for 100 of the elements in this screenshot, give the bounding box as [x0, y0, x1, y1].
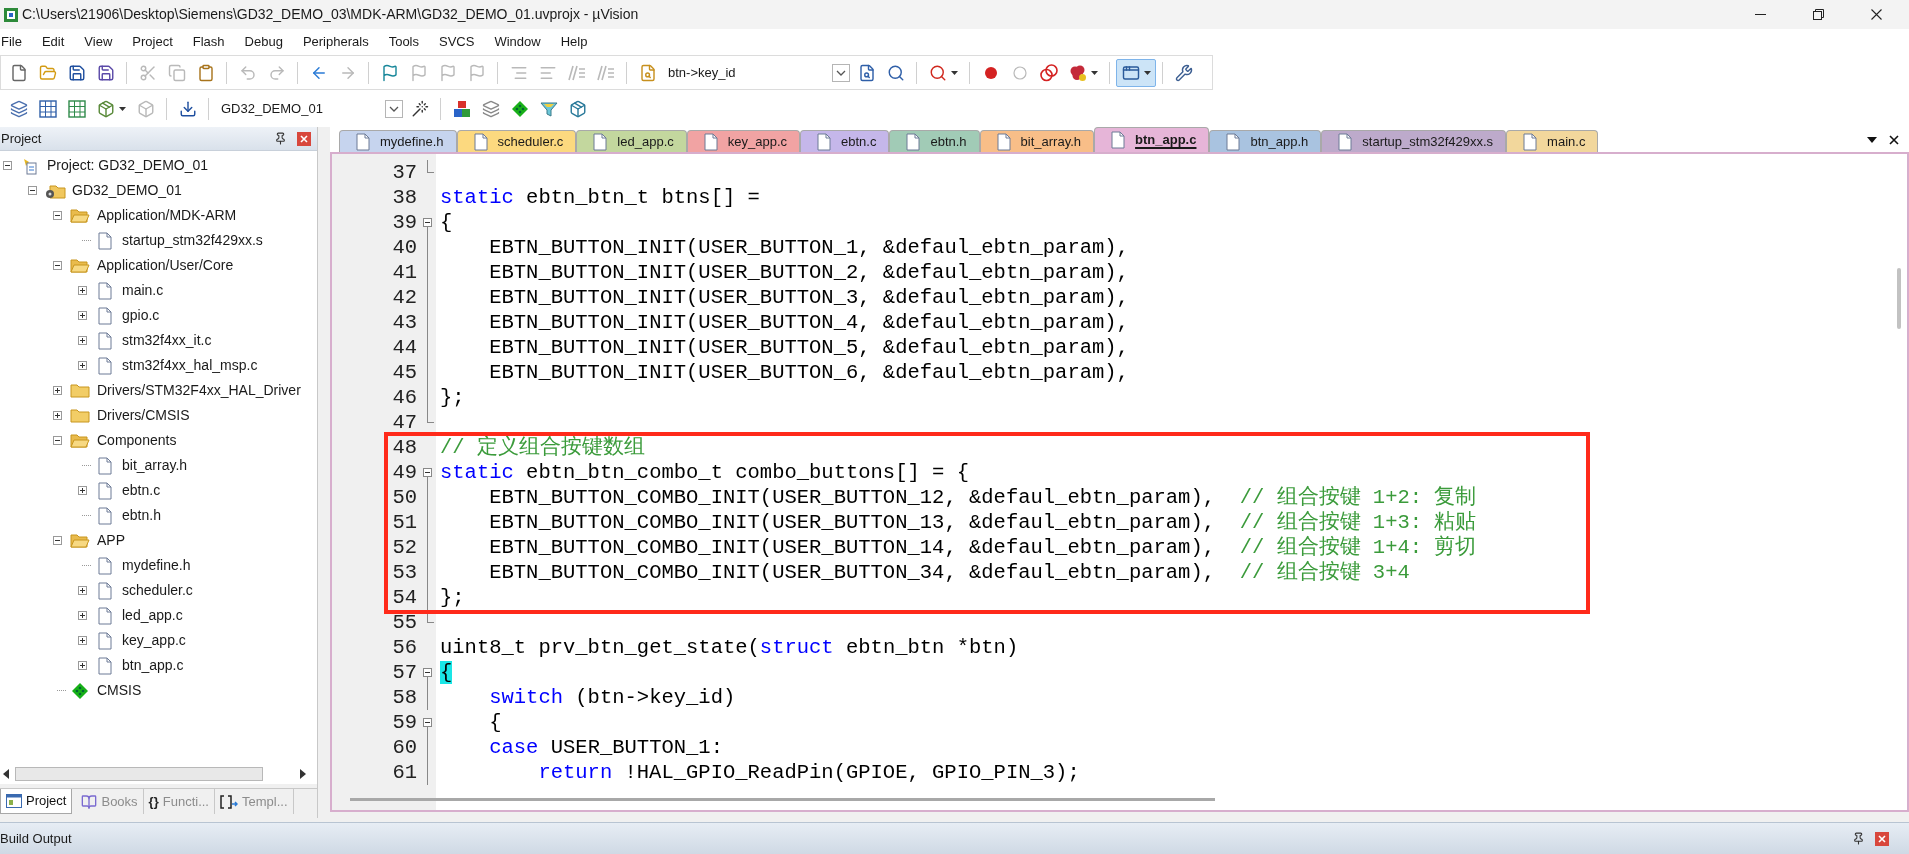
- line-number: 59: [392, 711, 417, 734]
- file-icon: [98, 606, 112, 625]
- tree-item[interactable]: APP: [97, 530, 125, 551]
- menu-item[interactable]: Window: [494, 32, 541, 52]
- editor-tab[interactable]: btn_app.h: [1209, 130, 1322, 152]
- expand-icon[interactable]: [78, 661, 87, 670]
- tree-item[interactable]: scheduler.c: [122, 580, 193, 601]
- menu-item[interactable]: File: [1, 32, 22, 52]
- expand-icon[interactable]: [78, 311, 87, 320]
- tree-item[interactable]: stm32f4xx_it.c: [122, 330, 212, 351]
- expand-icon[interactable]: [53, 386, 62, 395]
- menu-item[interactable]: Tools: [388, 32, 419, 52]
- expand-icon[interactable]: [78, 611, 87, 620]
- window-button[interactable]: [1116, 58, 1156, 87]
- menu-item[interactable]: View: [84, 32, 113, 52]
- funnel-icon: [539, 99, 558, 118]
- collapse-icon[interactable]: [28, 186, 37, 195]
- panel-tab[interactable]: {} Functi...: [143, 789, 215, 814]
- code-line: case USER_BUTTON_1:: [489, 736, 723, 759]
- box-icon: [136, 99, 155, 118]
- file-icon: [98, 656, 112, 675]
- scrollbar-thumb[interactable]: [1897, 268, 1901, 329]
- package-icon: [568, 99, 587, 118]
- open-folder-icon: [70, 257, 90, 274]
- dropdown-icon[interactable]: [1867, 136, 1877, 143]
- editor-tab[interactable]: scheduler.c: [456, 130, 577, 152]
- tree-item[interactable]: stm32f4xx_hal_msp.c: [122, 355, 258, 376]
- expand-icon[interactable]: [78, 636, 87, 645]
- editor-tab[interactable]: startup_stm32f429xx.s: [1321, 130, 1507, 152]
- fold-end-line: [427, 410, 434, 423]
- menu-item[interactable]: Project: [132, 32, 173, 52]
- expand-icon[interactable]: [78, 336, 87, 345]
- menu-item[interactable]: Help: [560, 32, 588, 52]
- layers-icon: [9, 99, 28, 118]
- editor-tab[interactable]: btn_app.c: [1094, 127, 1210, 152]
- collapse-icon[interactable]: [423, 468, 432, 485]
- scroll-right-icon[interactable]: [299, 769, 307, 779]
- tree-item[interactable]: led_app.c: [122, 605, 183, 626]
- tree-item[interactable]: Project: GD32_DEMO_01: [47, 155, 209, 176]
- collapse-icon[interactable]: [423, 668, 432, 685]
- scroll-left-icon[interactable]: [2, 769, 10, 779]
- tree-item[interactable]: Application/MDK-ARM: [97, 205, 237, 226]
- app-icon: [4, 7, 18, 22]
- collapse-icon[interactable]: [53, 211, 62, 220]
- tree-item[interactable]: Application/User/Core: [97, 255, 234, 276]
- editor-tab[interactable]: key_app.c: [686, 130, 800, 152]
- collapse-icon[interactable]: [3, 161, 12, 170]
- scrollbar-thumb[interactable]: [350, 797, 1215, 801]
- panel-tab[interactable]: Project: [0, 789, 73, 814]
- tree-item[interactable]: GD32_DEMO_01: [72, 180, 182, 201]
- tree-item[interactable]: key_app.c: [122, 630, 186, 651]
- tree-item[interactable]: gpio.c: [122, 305, 160, 326]
- expand-icon[interactable]: [53, 411, 62, 420]
- tree-item[interactable]: Drivers/CMSIS: [97, 405, 190, 426]
- tree-item[interactable]: mydefine.h: [122, 555, 191, 576]
- editor-tab[interactable]: ebtn.h: [889, 130, 980, 152]
- code-line: EBTN_BUTTON_INIT(USER_BUTTON_5, &defaul_ebtn_param),: [489, 336, 1129, 359]
- menu-item[interactable]: SVCS: [439, 32, 475, 52]
- file-icon: [1523, 132, 1538, 151]
- file-icon: [98, 356, 112, 375]
- file-icon: [98, 556, 112, 575]
- collapse-icon[interactable]: [53, 536, 62, 545]
- menu-item[interactable]: Peripherals: [302, 32, 369, 52]
- collapse-icon[interactable]: [423, 718, 432, 735]
- collapse-icon[interactable]: [423, 218, 432, 235]
- menu-item[interactable]: Edit: [41, 32, 65, 52]
- expand-icon[interactable]: [78, 586, 87, 595]
- editor-tab[interactable]: mydefine.h: [339, 130, 457, 152]
- chevron-down-icon: [385, 99, 403, 118]
- menu-item[interactable]: Debug: [244, 32, 283, 52]
- tree-item[interactable]: main.c: [122, 280, 164, 301]
- code-line: EBTN_BUTTON_COMBO_INIT(USER_BUTTON_14, &defaul_ebtn_param), // 组合按键 1+4: 剪切: [489, 536, 1477, 559]
- tree-item[interactable]: CMSIS: [97, 680, 142, 701]
- pin-icon[interactable]: [1852, 832, 1865, 845]
- editor-tab[interactable]: main.c: [1506, 130, 1599, 152]
- line-number: 41: [392, 261, 417, 284]
- scissors-icon: [138, 63, 157, 82]
- collapse-icon[interactable]: [53, 261, 62, 270]
- tree-item[interactable]: ebtn.h: [122, 505, 161, 526]
- editor-tab[interactable]: bit_array.h: [979, 130, 1095, 152]
- tree-item[interactable]: btn_app.c: [122, 655, 184, 676]
- line-number: 53: [392, 561, 417, 584]
- line-number: 47: [392, 411, 417, 434]
- collapse-icon[interactable]: [53, 436, 62, 445]
- tree-item[interactable]: bit_array.h: [122, 455, 188, 476]
- menu-item[interactable]: Flash: [192, 32, 225, 52]
- scrollbar-thumb[interactable]: [15, 767, 263, 781]
- editor-tab[interactable]: led_app.c: [576, 130, 687, 152]
- close-icon[interactable]: [1889, 134, 1899, 145]
- tree-item[interactable]: Drivers/STM32F4xx_HAL_Driver: [97, 380, 301, 401]
- expand-icon[interactable]: [78, 286, 87, 295]
- tree-item[interactable]: startup_stm32f429xx.s: [122, 230, 263, 251]
- tree-item[interactable]: ebtn.c: [122, 480, 161, 501]
- file-icon: [593, 132, 608, 151]
- expand-icon[interactable]: [78, 361, 87, 370]
- expand-icon[interactable]: [78, 486, 87, 495]
- editor-tab[interactable]: ebtn.c: [800, 130, 890, 152]
- pin-icon[interactable]: [274, 132, 287, 145]
- chevron-down-icon: [832, 63, 850, 82]
- tree-item[interactable]: Components: [97, 430, 177, 451]
